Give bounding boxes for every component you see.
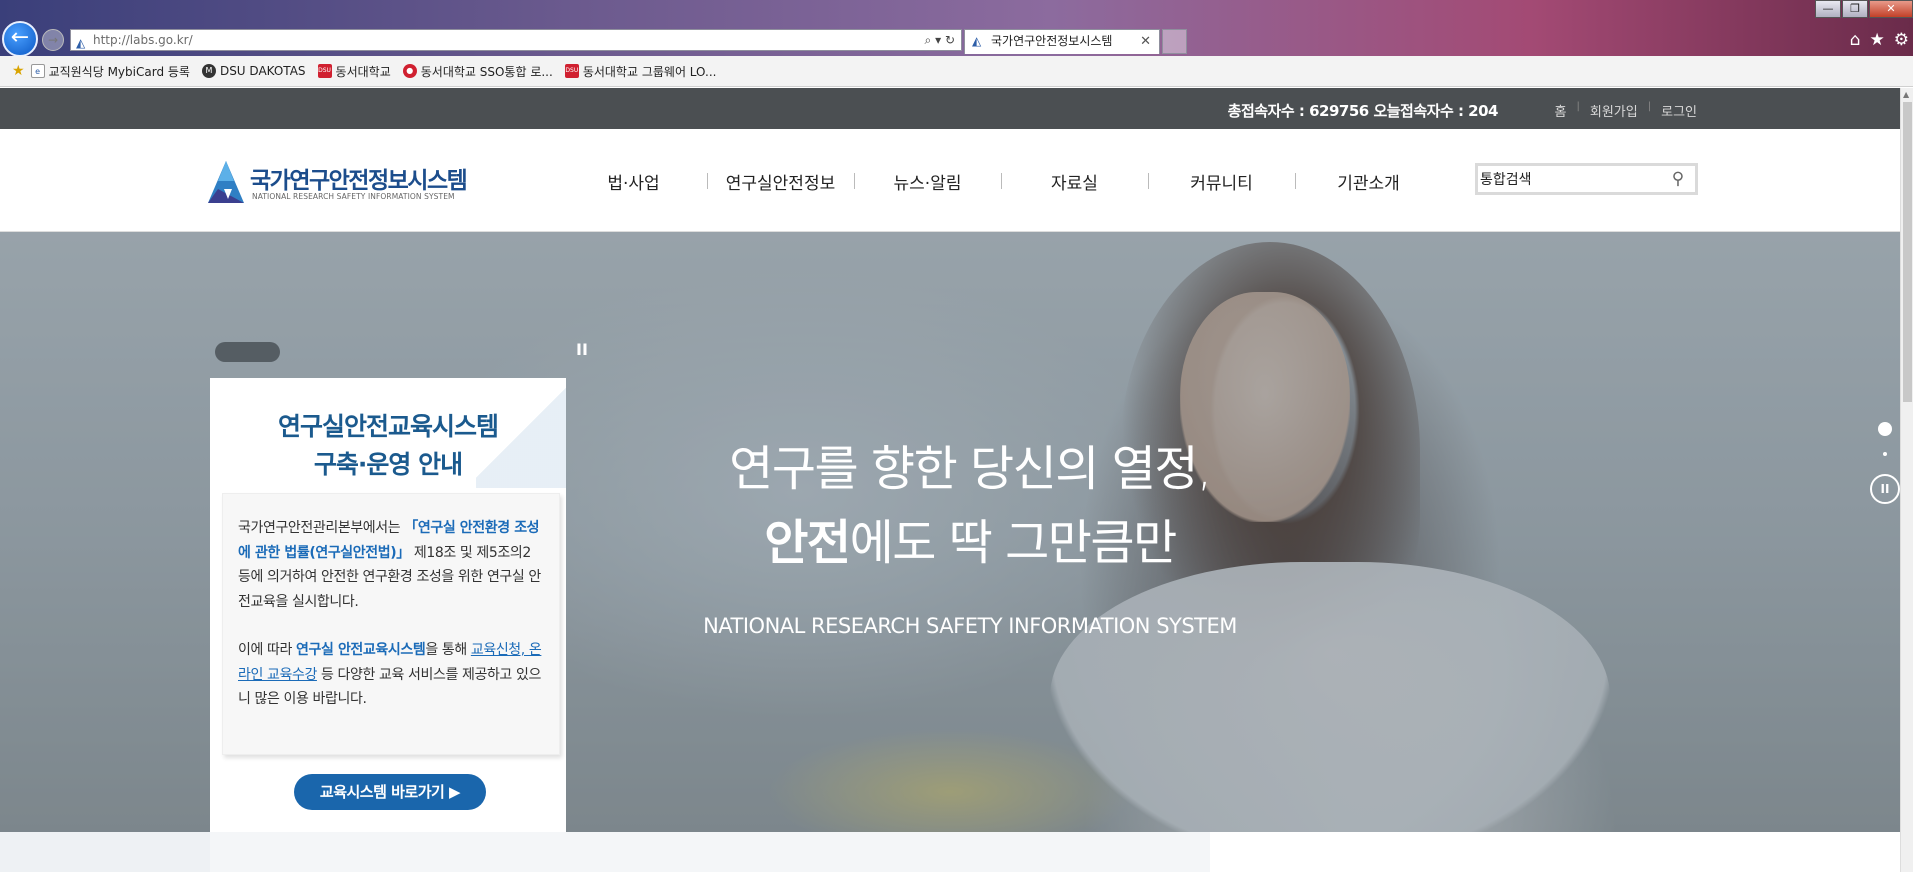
logo-title: 국가연구안전정보시스템 [250, 168, 468, 194]
tab-title: 국가연구안전정보시스템 [991, 34, 1113, 48]
favorite-label: 동서대학교 SSO통합 로... [420, 64, 553, 79]
signup-link[interactable]: 회원가입 [1590, 101, 1638, 120]
notice-body: 국가연구안전관리본부에서는 「연구실 안전환경 조성에 관한 법률(연구실안전법… [222, 493, 560, 755]
back-arrow-icon[interactable]: ← [2, 21, 38, 57]
favorite-link[interactable]: M DSU DAKOTAS [201, 64, 306, 78]
tab-favicon-icon: ◭ [972, 34, 982, 48]
slide-pager: II [1870, 422, 1900, 504]
favorite-link[interactable]: DSU 동서대학교 [317, 63, 391, 80]
site-utility-bar: 총접속자수 : 629756 오늘접속자수 : 204 홈 | 회원가입 | 로… [0, 88, 1900, 129]
nav-law-business[interactable]: 법·사업 [560, 169, 707, 194]
favorites-star-icon[interactable]: ★ [12, 63, 25, 79]
text: 이에 따라 [238, 642, 297, 658]
content-area [0, 832, 1900, 872]
pager-dot[interactable] [1883, 452, 1887, 456]
notice-card: 연구실안전교육시스템 구축·운영 안내 국가연구안전관리본부에서는 「연구실 안… [210, 378, 566, 832]
dsu-icon: DSU [564, 64, 579, 78]
logo-mark-icon [208, 161, 244, 203]
go-education-system-button[interactable]: 교육시스템 바로가기 ▶ [294, 774, 486, 810]
text: 국가연구안전관리본부에서는 [238, 520, 405, 536]
slide-indicator[interactable] [215, 342, 280, 362]
scroll-up-icon[interactable]: ▲ [1903, 90, 1909, 99]
forward-arrow-icon[interactable]: → [42, 29, 64, 51]
hero-line-1: 연구를 향한 당신의 열정, [729, 441, 1212, 497]
hero-line-2: 안전에도 딱 그만큼만 [690, 506, 1250, 580]
favorite-label: DSU DAKOTAS [219, 64, 306, 78]
dsu-icon: DSU [317, 64, 332, 78]
utility-links: 홈 | 회원가입 | 로그인 [1555, 101, 1697, 120]
search-icon[interactable]: ⚲ [1667, 168, 1689, 190]
page-scrollbar[interactable]: ▲ [1900, 88, 1913, 872]
notice-paragraph-1: 국가연구안전관리본부에서는 「연구실 안전환경 조성에 관한 법률(연구실안전법… [238, 516, 547, 614]
system-name: 연구실 안전교육시스템 [296, 642, 426, 658]
page-icon: e [30, 64, 45, 78]
favorite-label: 동서대학교 그룹웨어 LO... [582, 64, 717, 79]
hero-banner: II 연구를 향한 당신의 열정, 안전에도 딱 그만큼만 NATIONAL R… [0, 232, 1900, 832]
notice-title-line-2: 구축·운영 안내 [313, 450, 463, 479]
nav-community[interactable]: 커뮤니티 [1148, 169, 1295, 194]
pager-dot-active[interactable] [1878, 422, 1892, 436]
site-search: ⚲ [1475, 163, 1698, 195]
favorites-bar: ★ e 교직원식당 MybiCard 등록 M DSU DAKOTAS DSU … [0, 56, 1913, 87]
url-text: http://labs.go.kr/ [93, 33, 193, 47]
minimize-button[interactable]: — [1815, 0, 1841, 18]
nav-archive[interactable]: 자료실 [1001, 169, 1148, 194]
divider: | [1647, 101, 1652, 112]
hero-headline: 연구를 향한 당신의 열정, 안전에도 딱 그만큼만 [690, 432, 1250, 580]
notice-paragraph-2: 이에 따라 연구실 안전교육시스템을 통해 교육신청, 온라인 교육수강 등 다… [238, 638, 547, 712]
hero-bold-word: 안전 [764, 515, 851, 571]
nav-news[interactable]: 뉴스·알림 [854, 169, 1001, 194]
favorite-link[interactable]: ● 동서대학교 SSO통합 로... [402, 63, 553, 80]
main-navigation: 법·사업 연구실안전정보 뉴스·알림 자료실 커뮤니티 기관소개 [560, 169, 1442, 194]
maximize-button[interactable]: ❐ [1842, 0, 1868, 18]
hero-subtitle: NATIONAL RESEARCH SAFETY INFORMATION SYS… [703, 614, 1237, 638]
nav-lab-safety-info[interactable]: 연구실안전정보 [707, 169, 854, 194]
dakotas-icon: M [201, 64, 216, 78]
close-tab-icon[interactable]: ✕ [1140, 30, 1151, 53]
site-header: 국가연구안전정보시스템 NATIONAL RESEARCH SAFETY INF… [0, 129, 1900, 232]
divider: | [1576, 101, 1580, 112]
search-icon[interactable]: ⌕ [925, 33, 932, 47]
close-window-button[interactable]: ✕ [1869, 0, 1913, 18]
favorite-link[interactable]: e 교직원식당 MybiCard 등록 [30, 63, 190, 80]
favorite-link[interactable]: DSU 동서대학교 그룹웨어 LO... [564, 63, 717, 80]
search-input[interactable] [1480, 169, 1660, 189]
favorite-label: 교직원식당 MybiCard 등록 [48, 64, 190, 79]
content-left [210, 832, 1210, 872]
notice-title-line-1: 연구실안전교육시스템 [277, 412, 499, 441]
text: 을 통해 [425, 642, 471, 658]
pause-icon[interactable]: II [1870, 474, 1900, 504]
site-favicon-icon: ◭ [76, 36, 86, 50]
pause-icon[interactable]: II [576, 340, 588, 359]
nav-about[interactable]: 기관소개 [1295, 169, 1442, 194]
notice-title: 연구실안전교육시스템 구축·운영 안내 [210, 408, 566, 484]
settings-gear-icon[interactable]: ⚙ [1894, 30, 1909, 50]
address-bar[interactable]: ◭ http://labs.go.kr/ ⌕ ▾ ↻ [70, 29, 962, 51]
visitor-count: 총접속자수 : 629756 오늘접속자수 : 204 [1227, 102, 1499, 120]
home-icon[interactable]: ⌂ [1850, 30, 1861, 50]
logo-subtitle: NATIONAL RESEARCH SAFETY INFORMATION SYS… [252, 192, 455, 201]
favorites-star-icon[interactable]: ★ [1870, 30, 1885, 50]
new-tab-button[interactable] [1162, 29, 1187, 54]
scroll-thumb[interactable] [1903, 102, 1912, 402]
browser-tab[interactable]: ◭ 국가연구안전정보시스템 ✕ [964, 29, 1160, 54]
browser-toolbar-icons: ⌂ ★ ⚙ [1850, 30, 1909, 50]
site-logo[interactable]: 국가연구안전정보시스템 NATIONAL RESEARCH SAFETY INF… [208, 159, 468, 209]
hero-line-2-rest: 에도 딱 그만큼만 [849, 515, 1178, 571]
dropdown-icon[interactable]: ▾ [935, 33, 941, 47]
address-bar-tools: ⌕ ▾ ↻ [925, 30, 955, 50]
sso-icon: ● [402, 64, 417, 78]
login-link[interactable]: 로그인 [1661, 101, 1697, 120]
home-link[interactable]: 홈 [1555, 101, 1567, 120]
content-right [1210, 832, 1900, 872]
window-controls: — ❐ ✕ [1814, 0, 1913, 18]
browser-chrome: ← → ◭ http://labs.go.kr/ ⌕ ▾ ↻ ◭ 국가연구안전정… [0, 0, 1913, 57]
refresh-icon[interactable]: ↻ [945, 33, 955, 47]
favorite-label: 동서대학교 [335, 64, 391, 79]
